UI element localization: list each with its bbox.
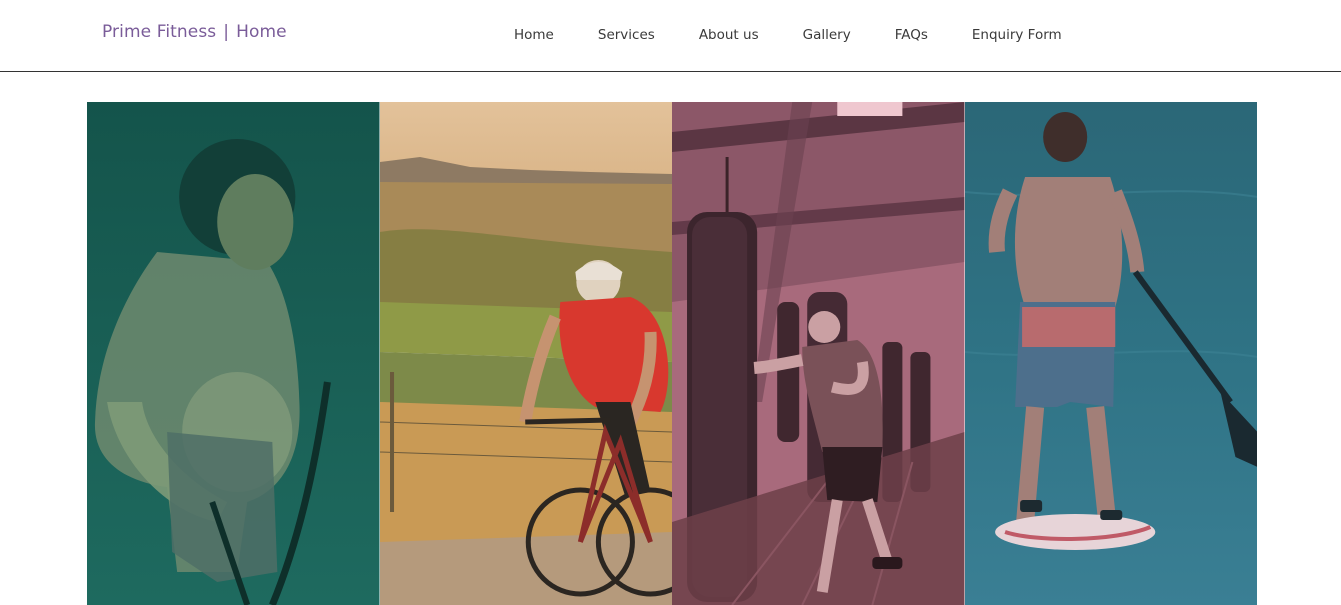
nav-about-us[interactable]: About us bbox=[699, 27, 759, 43]
paddleboarding-photo bbox=[964, 102, 1257, 605]
nav-enquiry-form[interactable]: Enquiry Form bbox=[972, 27, 1062, 43]
hero-gallery bbox=[87, 102, 1257, 605]
brand-separator: | bbox=[223, 22, 230, 42]
road-cycling-photo bbox=[379, 102, 672, 605]
nav-faqs[interactable]: FAQs bbox=[895, 27, 928, 43]
resistance-band-image bbox=[87, 102, 380, 605]
main-nav: Home Services About us Gallery FAQs Enqu… bbox=[514, 24, 1062, 43]
nav-services[interactable]: Services bbox=[598, 27, 655, 43]
resistance-band-training-photo bbox=[87, 102, 380, 605]
boxing-gym-photo bbox=[672, 102, 965, 605]
brand-name: Prime Fitness bbox=[102, 22, 217, 42]
paddleboard-image bbox=[964, 102, 1257, 605]
brand-page: Home bbox=[236, 22, 287, 42]
cycling-image bbox=[379, 102, 672, 605]
nav-home[interactable]: Home bbox=[514, 27, 554, 43]
brand-logo-link[interactable]: Prime Fitness | Home bbox=[102, 22, 287, 42]
boxing-image bbox=[672, 102, 965, 605]
nav-gallery[interactable]: Gallery bbox=[803, 27, 851, 43]
site-header: Prime Fitness | Home Home Services About u… bbox=[0, 0, 1341, 72]
